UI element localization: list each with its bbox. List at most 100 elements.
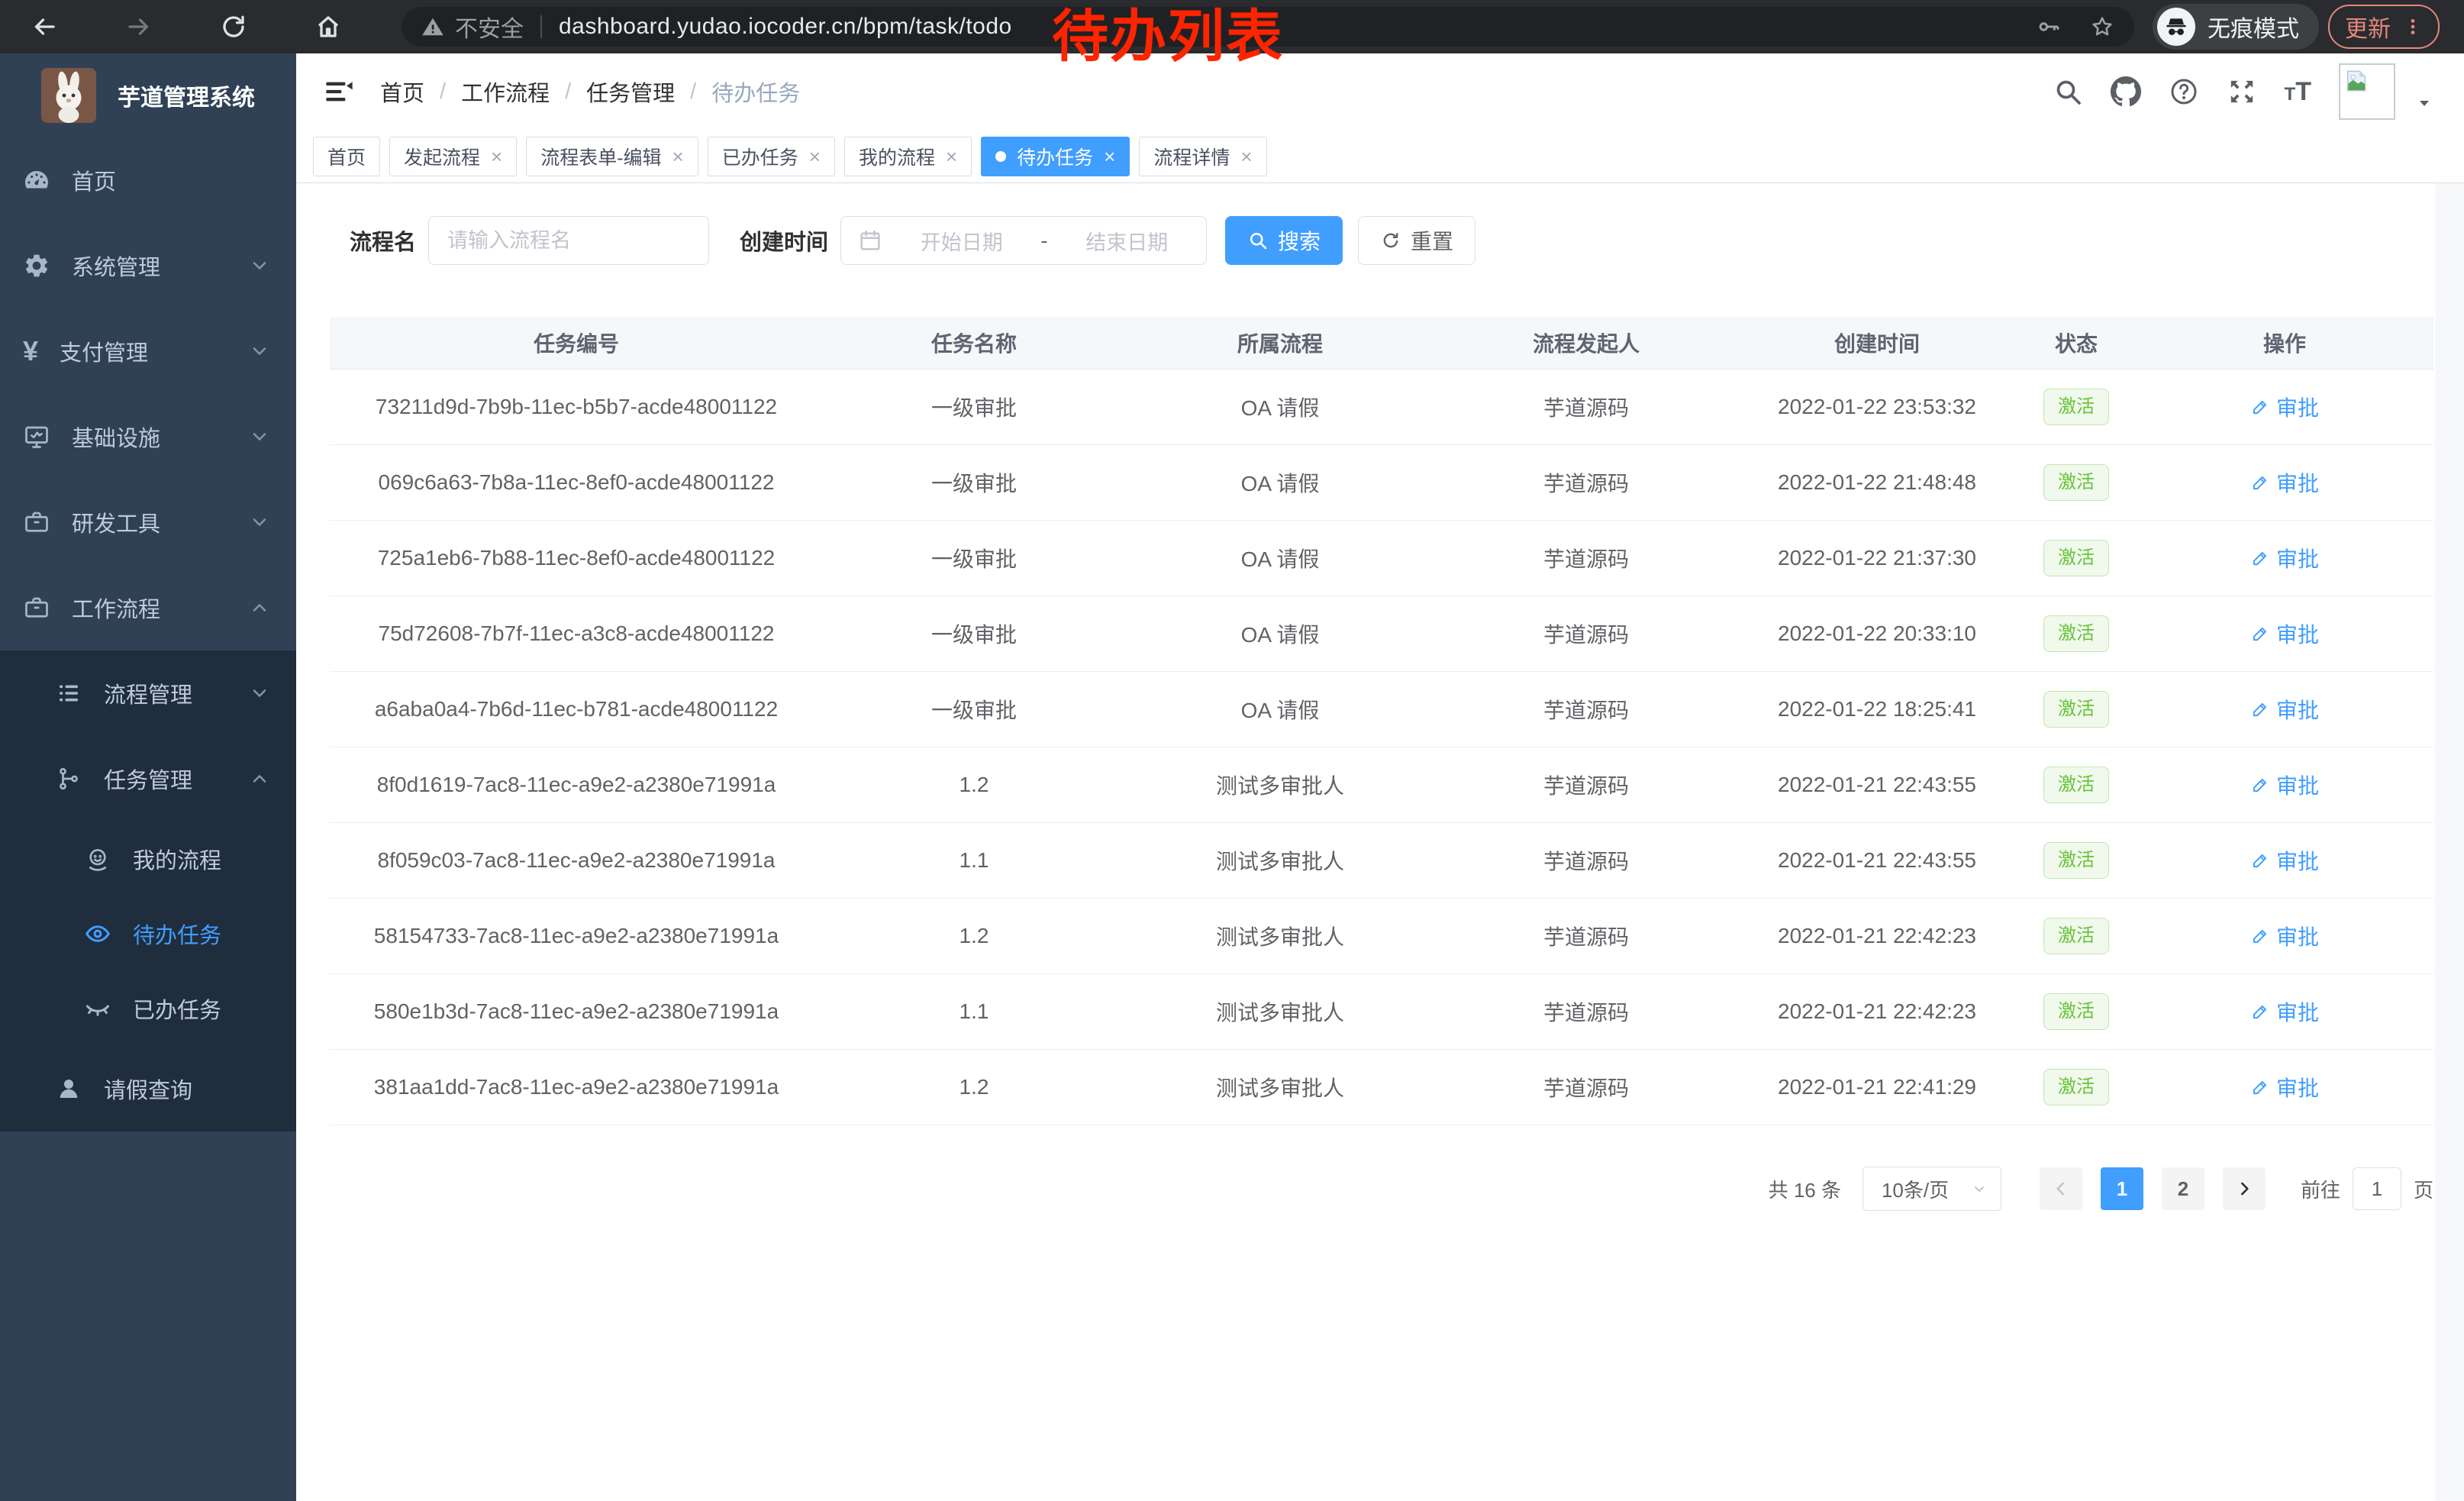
sidebar-item[interactable]: 待办任务 [0, 896, 296, 971]
close-icon[interactable]: × [1104, 147, 1115, 166]
cell-created: 2022-01-21 22:43:55 [1737, 848, 2017, 873]
sidebar-item[interactable]: 请假查询 [0, 1046, 296, 1131]
security-label[interactable]: 不安全 [455, 10, 524, 44]
github-icon[interactable] [2111, 76, 2141, 107]
approve-link[interactable]: 审批 [2250, 543, 2319, 573]
menu-dots-icon[interactable] [2403, 17, 2423, 37]
reload-icon[interactable] [209, 2, 258, 51]
sidebar-item[interactable]: 系统管理 [0, 223, 296, 308]
sidebar-item[interactable]: 工作流程 [0, 565, 296, 650]
approve-link[interactable]: 审批 [2250, 770, 2319, 800]
tab[interactable]: 已办任务 × [708, 137, 835, 176]
close-icon[interactable]: × [491, 147, 502, 166]
sidebar-item[interactable]: 首页 [0, 137, 296, 223]
chevron-icon [249, 597, 270, 618]
tab[interactable]: 流程详情 × [1139, 137, 1266, 176]
goto-page-input[interactable] [2353, 1167, 2401, 1210]
home-icon[interactable] [304, 2, 353, 51]
scrollbar-gutter[interactable] [2435, 183, 2464, 1501]
cell-process: OA 请假 [1125, 543, 1435, 573]
sidebar-item[interactable]: 任务管理 [0, 736, 296, 822]
approve-link[interactable]: 审批 [2250, 467, 2319, 498]
edit-icon [2250, 1002, 2270, 1022]
app-logo[interactable]: 芋道管理系统 [0, 53, 296, 137]
tree-icon [55, 765, 82, 792]
close-icon[interactable]: × [809, 147, 821, 166]
breadcrumb-label[interactable]: 首页 [380, 76, 424, 108]
next-page-button[interactable] [2223, 1167, 2266, 1210]
page-number-button[interactable]: 2 [2162, 1167, 2204, 1210]
tab-label: 流程表单-编辑 [540, 143, 661, 170]
page-size-select[interactable]: 10条/页 [1863, 1167, 2001, 1211]
back-icon[interactable] [20, 2, 69, 51]
tab[interactable]: 首页 [313, 137, 380, 176]
search-icon[interactable] [2053, 76, 2083, 107]
briefcase-icon [23, 508, 50, 536]
approve-link[interactable]: 审批 [2250, 845, 2319, 876]
breadcrumb-label[interactable]: 工作流程 [461, 76, 550, 108]
breadcrumb-label[interactable]: 待办任务 [711, 76, 800, 108]
chevron-icon [249, 255, 270, 276]
status-badge: 激活 [2043, 389, 2109, 425]
tab[interactable]: 流程表单-编辑 × [526, 137, 698, 176]
user-icon [55, 1075, 82, 1102]
tab[interactable]: 发起流程 × [389, 137, 517, 176]
approve-link[interactable]: 审批 [2250, 1072, 2319, 1102]
close-icon[interactable]: × [1240, 147, 1252, 166]
sidebar-item[interactable]: 研发工具 [0, 479, 296, 565]
close-icon[interactable]: × [672, 147, 684, 166]
sidebar-item[interactable]: 流程管理 [0, 650, 296, 736]
update-button[interactable]: 更新 [2328, 5, 2440, 49]
url-text[interactable]: dashboard.yudao.iocoder.cn/bpm/task/todo [559, 14, 1012, 40]
fullscreen-icon[interactable] [2227, 76, 2257, 107]
start-date-placeholder[interactable]: 开始日期 [899, 226, 1024, 256]
cell-initiator: 芋道源码 [1435, 543, 1737, 573]
yen-icon: ¥ [23, 337, 38, 365]
star-icon[interactable] [2090, 15, 2114, 39]
cell-task-name: 一级审批 [823, 467, 1125, 498]
cell-initiator: 芋道源码 [1435, 467, 1737, 498]
sidebar-item[interactable]: 已办任务 [0, 971, 296, 1046]
caret-down-icon[interactable] [2415, 94, 2433, 112]
date-range-picker[interactable]: 开始日期 - 结束日期 [840, 216, 1207, 265]
cell-created: 2022-01-22 18:25:41 [1737, 697, 2017, 721]
cell-task-name: 1.2 [823, 773, 1125, 797]
avatar[interactable] [2339, 63, 2395, 120]
approve-link[interactable]: 审批 [2250, 996, 2319, 1027]
breadcrumb-separator: / [565, 79, 571, 105]
sidebar-item[interactable]: ¥ 支付管理 [0, 308, 296, 394]
close-icon[interactable]: × [946, 147, 957, 166]
approve-link-label: 审批 [2276, 996, 2319, 1027]
sidebar-item[interactable]: 基础设施 [0, 394, 296, 479]
search-button[interactable]: 搜索 [1225, 216, 1343, 265]
column-header: 任务编号 [330, 328, 823, 358]
incognito-icon [2157, 8, 2195, 46]
cell-task-id: 75d72608-7b7f-11ec-a3c8-acde48001122 [330, 621, 823, 646]
font-size-icon[interactable]: TT [2285, 77, 2311, 107]
approve-link[interactable]: 审批 [2250, 694, 2319, 725]
sidebar-item[interactable]: 我的流程 [0, 822, 296, 896]
chevron-icon [249, 512, 270, 533]
sidebar-item-label: 研发工具 [72, 506, 160, 538]
approve-link[interactable]: 审批 [2250, 921, 2319, 951]
process-name-input[interactable] [428, 216, 709, 265]
security-warning-icon[interactable] [421, 15, 444, 38]
cell-task-id: 58154733-7ac8-11ec-a9e2-a2380e71991a [330, 924, 823, 948]
column-header: 任务名称 [823, 328, 1125, 358]
approve-link[interactable]: 审批 [2250, 392, 2319, 422]
approve-link[interactable]: 审批 [2250, 618, 2319, 649]
sidebar-toggle-icon[interactable] [324, 76, 354, 107]
tab-label: 流程详情 [1153, 143, 1230, 170]
status-badge: 激活 [2043, 842, 2109, 879]
tab[interactable]: 我的流程 × [844, 137, 972, 176]
page-number-button[interactable]: 1 [2101, 1167, 2143, 1210]
tab[interactable]: 待办任务 × [981, 137, 1130, 176]
key-icon[interactable] [2037, 15, 2061, 39]
help-question-icon[interactable] [2169, 76, 2199, 107]
end-date-placeholder[interactable]: 结束日期 [1065, 226, 1190, 256]
reset-button[interactable]: 重置 [1358, 216, 1475, 265]
prev-page-button[interactable] [2040, 1167, 2082, 1210]
approve-link-label: 审批 [2276, 467, 2319, 498]
forward-icon[interactable] [114, 2, 163, 51]
breadcrumb-label[interactable]: 任务管理 [586, 76, 675, 108]
